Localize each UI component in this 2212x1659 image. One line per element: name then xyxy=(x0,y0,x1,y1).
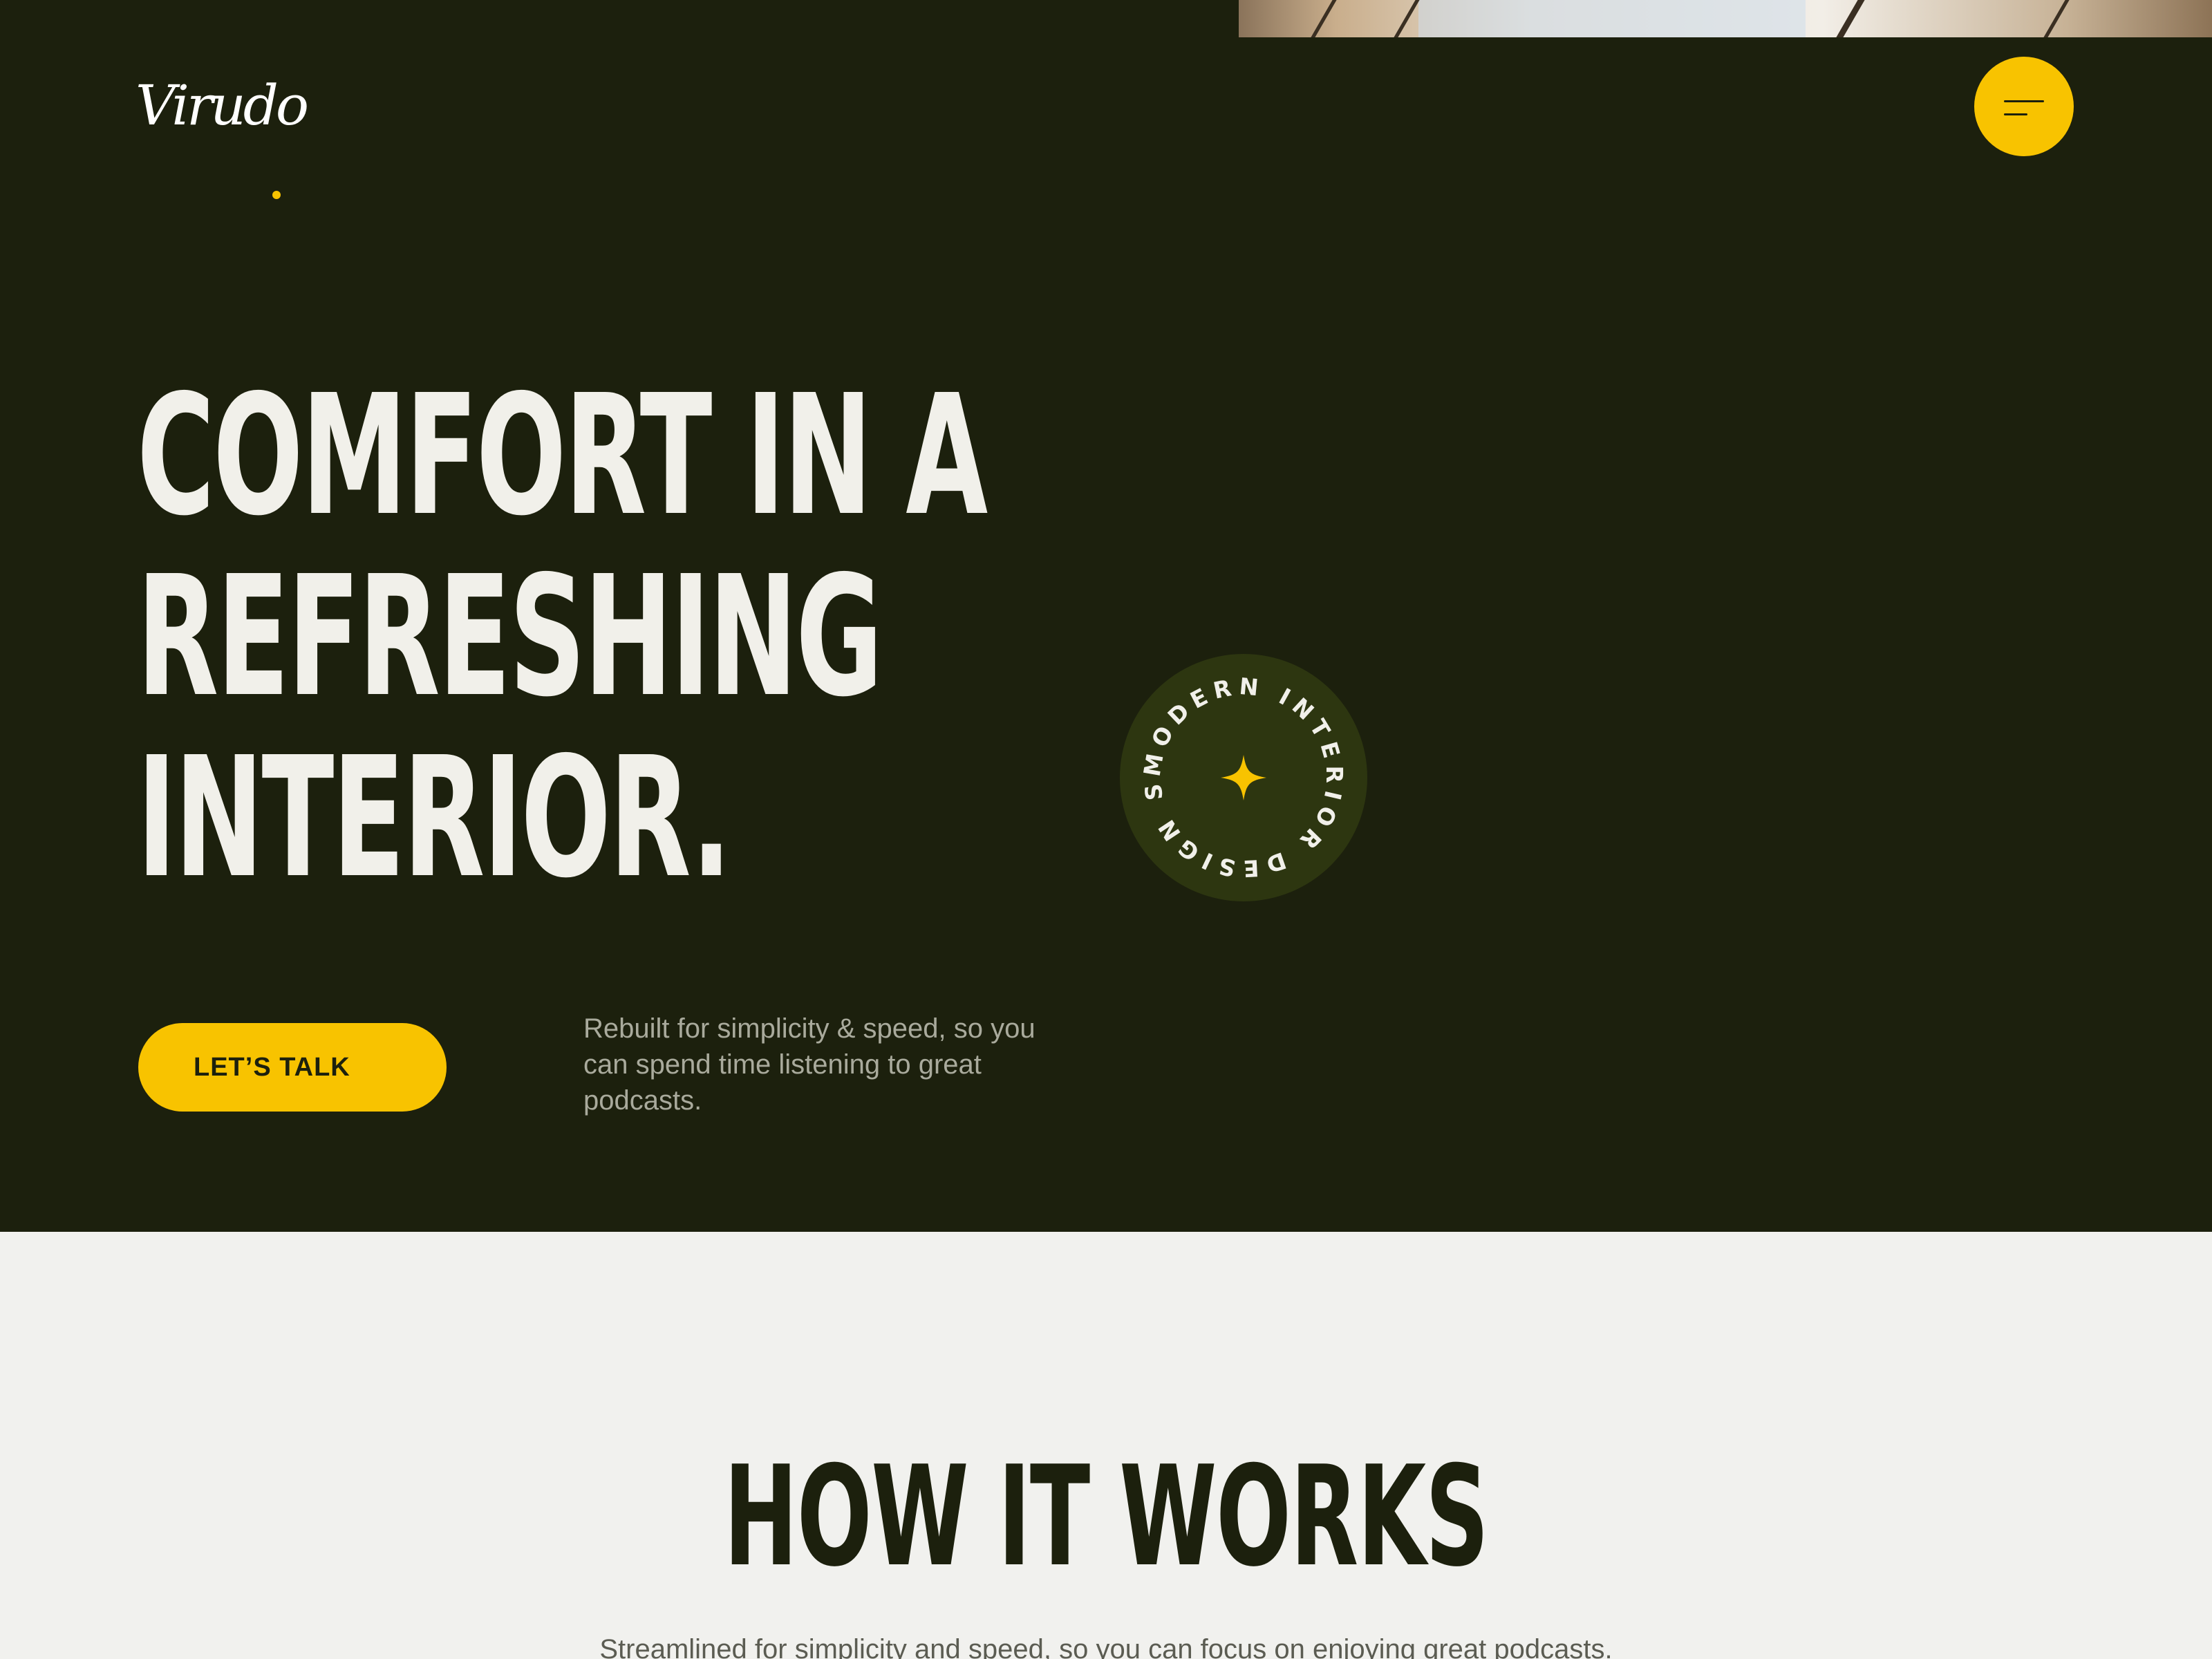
menu-button[interactable] xyxy=(1974,57,2074,156)
lets-talk-label: LET’S TALK xyxy=(194,1052,350,1082)
how-it-works-title-text: HOW IT WORKS xyxy=(724,1436,1489,1597)
studio-badge: MODERN INTERIOR DESIGN STUDIO xyxy=(1107,632,1367,901)
hero-headline: COMFORT IN A REFRESHING INTERIOR. xyxy=(137,359,988,915)
logo-dot xyxy=(272,191,281,199)
headline-line-1: COMFORT IN A xyxy=(137,359,988,552)
hamburger-menu-icon-short-line xyxy=(2004,113,2027,115)
hero-section: Virudo COMFORT IN A REFRESHING INTERIOR.… xyxy=(0,0,2212,1232)
headline-line-3: INTERIOR. xyxy=(137,721,731,915)
lets-talk-button[interactable]: LET’S TALK xyxy=(138,1023,518,1112)
hero-description: Rebuilt for simplicity & speed, so you c… xyxy=(583,1013,1035,1116)
logo-text: Virudo xyxy=(135,73,309,138)
hamburger-menu-icon xyxy=(2004,100,2044,102)
how-it-works-title: HOW IT WORKS xyxy=(0,1448,2212,1586)
headline-line-2: REFRESHING xyxy=(137,540,883,733)
how-it-works-subtitle: Streamlined for simplicity and speed, so… xyxy=(599,1634,1613,1659)
brand-logo[interactable]: Virudo xyxy=(135,75,309,199)
hero-interior-photo xyxy=(1239,0,2212,37)
